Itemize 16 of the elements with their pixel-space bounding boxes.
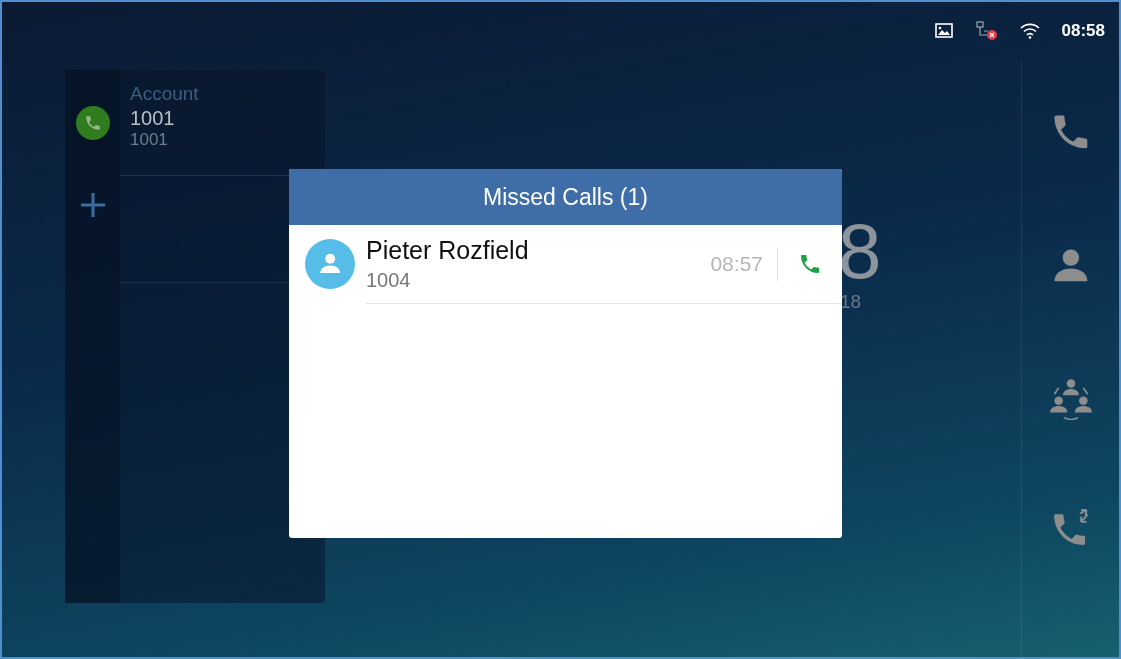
- network-error-icon: [975, 21, 998, 41]
- account-label: Account: [130, 82, 200, 106]
- call-time: 08:57: [710, 246, 778, 281]
- caller-name: Pieter Rozfield: [366, 234, 530, 265]
- account-number: 1001: [130, 130, 169, 150]
- group-icon[interactable]: [1048, 376, 1093, 420]
- add-icon[interactable]: [79, 192, 106, 218]
- account-name: 1001: [130, 106, 176, 130]
- phone-icon: [75, 106, 110, 140]
- screenshot-icon: [933, 22, 954, 40]
- wifi-icon: [1019, 23, 1040, 39]
- clock-date: 18: [840, 292, 862, 312]
- dialog-title: Missed Calls (1): [289, 169, 842, 225]
- avatar-icon: [305, 239, 355, 289]
- status-time: 08:58: [1061, 21, 1105, 41]
- caller-number: 1004: [366, 267, 412, 293]
